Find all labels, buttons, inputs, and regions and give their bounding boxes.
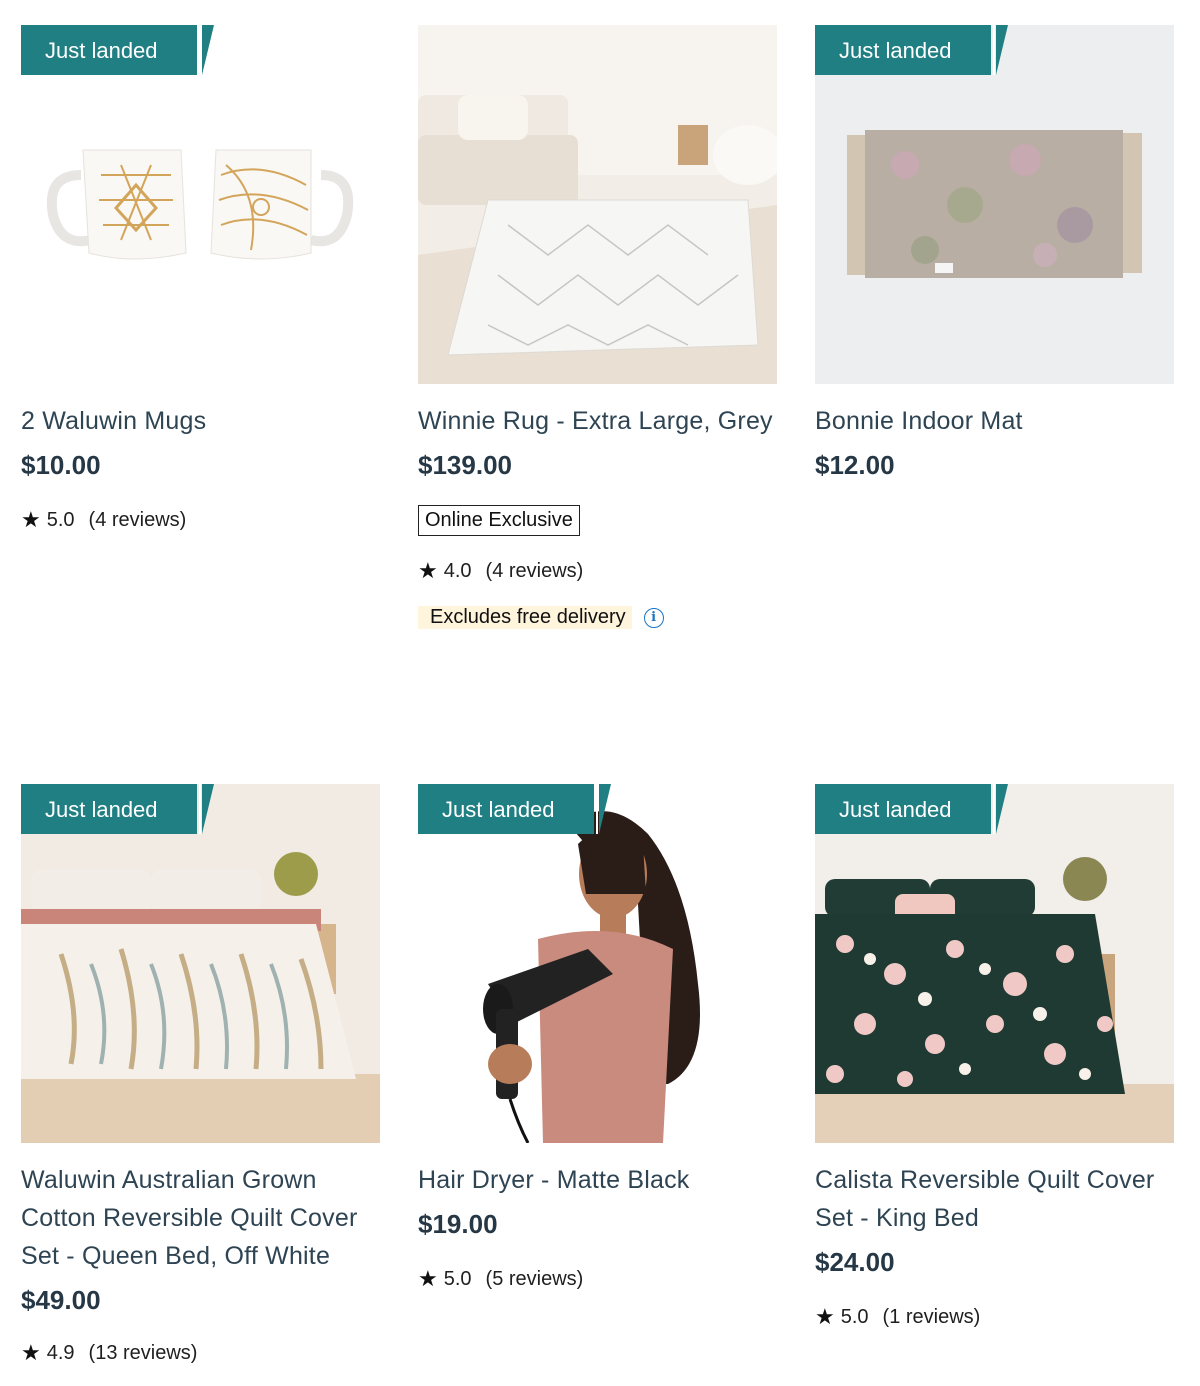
review-count[interactable]: (13 reviews) (89, 1342, 198, 1365)
rating-score: 5.0 (46, 508, 75, 531)
product-price: $12.00 (815, 450, 895, 480)
product-rating: ★ 5.0 (4 reviews) (21, 507, 381, 533)
product-card[interactable]: Just landed Bonnie Indoor Mat $12.00 (815, 25, 1175, 481)
product-image[interactable] (418, 25, 777, 384)
product-card[interactable]: Winnie Rug - Extra Large, Grey $139.00 O… (418, 25, 778, 629)
rug-image (418, 25, 777, 384)
info-icon[interactable]: i (643, 607, 664, 628)
rating-score: 4.0 (443, 559, 472, 582)
rating-score: 5.0 (840, 1305, 869, 1328)
just-landed-badge: Just landed (418, 784, 611, 834)
quilt-king-image (815, 784, 1174, 1143)
product-card[interactable]: Just landed Calista Reversible Quilt Cov… (815, 784, 1175, 1330)
just-landed-badge: Just landed (21, 25, 214, 75)
star-icon: ★ (815, 1304, 835, 1329)
review-count[interactable]: (4 reviews) (486, 560, 584, 583)
rating-score: 4.9 (46, 1341, 75, 1364)
product-grid: Just landed 2 Waluwin Mugs $10.00 ★ 5.0 … (0, 0, 1200, 1386)
product-image[interactable]: Just landed (418, 784, 777, 1143)
product-image[interactable]: Just landed (21, 784, 380, 1143)
delivery-note-text: Excludes free delivery (418, 606, 632, 629)
product-image[interactable]: Just landed (21, 25, 380, 384)
product-rating: ★ 5.0 (1 reviews) (815, 1304, 1175, 1330)
review-count[interactable]: (5 reviews) (486, 1268, 584, 1291)
product-price: $139.00 (418, 450, 512, 480)
product-image[interactable]: Just landed (815, 784, 1174, 1143)
quilt-queen-image (21, 784, 380, 1143)
product-card[interactable]: Just landed Waluwin Australian Grown Cot… (21, 784, 381, 1366)
online-exclusive-tag: Online Exclusive (418, 505, 580, 536)
star-icon: ★ (418, 1266, 438, 1291)
product-price: $49.00 (21, 1285, 101, 1315)
review-count[interactable]: (4 reviews) (89, 509, 187, 532)
product-rating: ★ 4.9 (13 reviews) (21, 1340, 381, 1366)
product-price: $19.00 (418, 1209, 498, 1239)
just-landed-badge: Just landed (815, 784, 1008, 834)
star-icon: ★ (418, 558, 438, 583)
star-icon: ★ (21, 1340, 41, 1365)
product-rating: ★ 4.0 (4 reviews) (418, 558, 778, 584)
product-title[interactable]: Bonnie Indoor Mat (815, 402, 1175, 440)
rating-score: 5.0 (443, 1267, 472, 1290)
product-title[interactable]: Calista Reversible Quilt Cover Set - Kin… (815, 1161, 1175, 1237)
product-title[interactable]: Hair Dryer - Matte Black (418, 1161, 778, 1199)
product-rating: ★ 5.0 (5 reviews) (418, 1266, 778, 1292)
just-landed-badge: Just landed (815, 25, 1008, 75)
delivery-note: Excludes free delivery i (418, 606, 778, 629)
mugs-image (21, 25, 380, 384)
product-title[interactable]: 2 Waluwin Mugs (21, 402, 381, 440)
product-title[interactable]: Waluwin Australian Grown Cotton Reversib… (21, 1161, 381, 1275)
product-title[interactable]: Winnie Rug - Extra Large, Grey (418, 402, 778, 440)
just-landed-badge: Just landed (21, 784, 214, 834)
product-card[interactable]: Just landed Hair Dryer - Matte Black $19… (418, 784, 778, 1292)
review-count[interactable]: (1 reviews) (883, 1306, 981, 1329)
product-price: $10.00 (21, 450, 101, 480)
star-icon: ★ (21, 507, 41, 532)
mat-image (815, 25, 1174, 384)
product-image[interactable]: Just landed (815, 25, 1174, 384)
hair-dryer-image (418, 784, 777, 1143)
product-price: $24.00 (815, 1247, 895, 1277)
product-card[interactable]: Just landed 2 Waluwin Mugs $10.00 ★ 5.0 … (21, 25, 381, 533)
